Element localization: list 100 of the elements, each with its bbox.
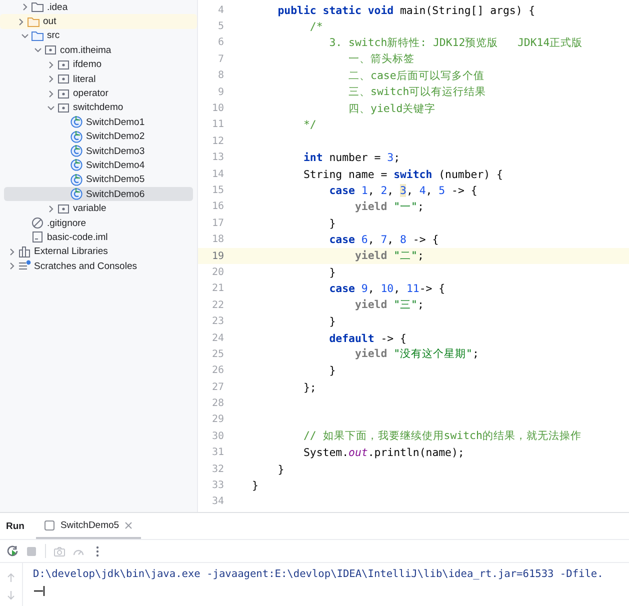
line-number: 22: [210, 300, 224, 311]
code-line: }: [251, 479, 258, 492]
code-line: 3. switch新特性: JDK12预览版 JDK14正式版: [328, 36, 583, 50]
package-icon: [57, 58, 70, 72]
tree-item[interactable]: SwitchDemo6: [4, 187, 193, 202]
tree-item[interactable]: SwitchDemo3: [4, 144, 193, 158]
code-line: /*: [308, 20, 323, 34]
package-icon: [57, 72, 70, 86]
class-icon: [70, 115, 83, 130]
code-line: int number = 3;: [302, 151, 400, 164]
library-icon: [18, 244, 31, 259]
code-line: 三、switch可以有运行结果: [348, 85, 486, 100]
package-icon: [44, 43, 57, 58]
code-line: }: [328, 266, 336, 279]
tree-item[interactable]: out: [0, 14, 197, 29]
line-number: 21: [210, 283, 224, 294]
tree-item[interactable]: SwitchDemo4: [4, 158, 193, 173]
code-line: String name = switch (number) {: [302, 168, 503, 181]
folder-icon: [31, 0, 44, 14]
console-output: D:\develop\jdk\bin\java.exe -javaagent:E:\devlop\IDEA\IntelliJ\lib\idea_rt.jar=61533 -Dfile.: [33, 568, 604, 580]
rerun-icon: [6, 544, 19, 558]
code-line: }: [328, 315, 336, 328]
code-line: */: [302, 118, 316, 132]
line-number: 12: [210, 136, 224, 147]
code-line: };: [302, 380, 316, 394]
line-number: 27: [210, 382, 224, 393]
tree-item[interactable]: .idea: [4, 0, 193, 14]
line-number: 29: [210, 414, 224, 426]
tree-item[interactable]: src: [4, 28, 193, 44]
line-number: 11: [210, 119, 224, 130]
tree-item[interactable]: com.itheima: [4, 43, 193, 58]
class-icon: [70, 172, 83, 187]
run-tab[interactable]: SwitchDemo5: [36, 513, 142, 539]
stop-icon: [25, 544, 38, 558]
tree-item[interactable]: literal: [4, 72, 193, 86]
line-number: 20: [210, 266, 224, 278]
arrow-down-button[interactable]: [5, 589, 17, 602]
code-line: // 如果下面，我要继续使用switch的结果，就无法操作: [302, 429, 582, 444]
folder-icon: [27, 14, 40, 29]
tree-item[interactable]: basic-code.iml: [4, 230, 193, 245]
line-number: 9: [216, 86, 224, 98]
camera-icon: [53, 544, 66, 558]
tree-item[interactable]: Scratches and Consoles: [4, 259, 193, 274]
tree-item[interactable]: SwitchDemo1: [4, 115, 193, 130]
folder-icon: [31, 28, 44, 43]
code-line: }: [328, 364, 336, 378]
class-icon: [70, 130, 83, 144]
tree-item[interactable]: ifdemo: [4, 58, 193, 72]
arrow-down-icon: [6, 590, 16, 601]
code-line: 二、case后面可以写多个值: [348, 68, 484, 83]
line-number: 24: [210, 332, 224, 344]
rerun-button[interactable]: [5, 544, 20, 558]
chevron-down-icon: [47, 104, 55, 112]
tree-item[interactable]: switchdemo: [4, 100, 193, 116]
package-icon: [57, 86, 70, 101]
code-line: }: [328, 216, 336, 230]
line-number: 32: [210, 464, 224, 475]
line-number: 8: [216, 70, 224, 82]
code-line: public static void main(String[] args) {: [276, 4, 536, 17]
console-caret-icon: [33, 585, 47, 597]
class-icon: [70, 187, 83, 202]
line-number: 19: [210, 250, 224, 262]
code-line: case 9, 10, 11-> {: [328, 282, 446, 296]
line-number: 7: [216, 54, 224, 65]
line-number: 30: [210, 430, 224, 442]
chevron-right-icon: [47, 204, 55, 213]
tree-item[interactable]: External Libraries: [4, 244, 193, 260]
line-number: 17: [210, 218, 224, 229]
tree-item[interactable]: SwitchDemo5: [4, 172, 193, 188]
window-icon: [44, 520, 56, 530]
code-line: 四、yield关键字: [348, 102, 436, 116]
line-number: 13: [210, 152, 224, 164]
line-number: 14: [210, 168, 224, 180]
arrow-up-button[interactable]: [5, 571, 17, 584]
line-number: 28: [210, 398, 224, 410]
code-line: 一、箭头标签: [348, 52, 415, 66]
tree-item[interactable]: variable: [4, 201, 193, 216]
line-number: 6: [216, 37, 224, 48]
code-line: default -> {: [328, 332, 406, 344]
line-number: 18: [210, 234, 224, 246]
code-line: yield "一";: [354, 200, 424, 214]
arrow-up-icon: [6, 572, 16, 583]
tree-item[interactable]: .gitignore: [4, 216, 193, 230]
line-number: 23: [210, 316, 224, 328]
code-line: yield "没有这个星期";: [354, 347, 479, 362]
code-line: yield "二";: [354, 249, 424, 264]
line-number: 26: [210, 365, 224, 376]
class-icon: [70, 144, 83, 158]
code-line: yield "三";: [354, 298, 424, 312]
package-icon: [57, 100, 70, 115]
close-icon: [124, 520, 134, 530]
package-icon: [57, 202, 70, 216]
code-line: System.out.println(name);: [302, 446, 464, 460]
panel-title: Run: [5, 520, 26, 534]
tree-item[interactable]: operator: [4, 86, 193, 101]
code-line: case 1, 2, 3, 4, 5 -> {: [328, 184, 478, 197]
tree-item[interactable]: SwitchDemo2: [4, 130, 193, 144]
line-number: 34: [210, 496, 224, 508]
line-number: 15: [210, 184, 224, 196]
line-number: 31: [210, 447, 224, 458]
